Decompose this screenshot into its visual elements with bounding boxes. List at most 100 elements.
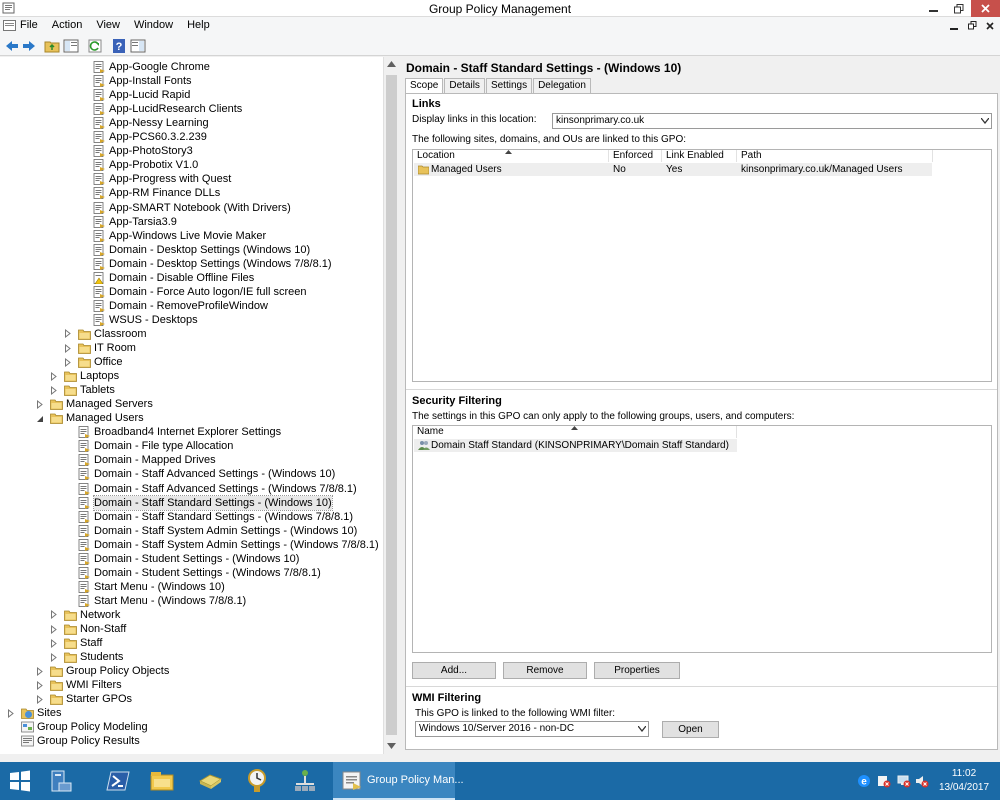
tree-item[interactable]: Office bbox=[63, 355, 123, 369]
expand-arrow-icon[interactable] bbox=[49, 638, 58, 648]
tree-item[interactable]: WMI Filters bbox=[35, 678, 122, 692]
tree-item[interactable]: Domain - Staff System Admin Settings - (… bbox=[63, 524, 357, 538]
tree-scrollbar-thumb[interactable] bbox=[386, 75, 397, 735]
tree-item[interactable]: Domain - Desktop Settings (Windows 7/8/8… bbox=[78, 257, 332, 271]
expand-arrow-icon[interactable] bbox=[6, 708, 15, 718]
console-tree-icon[interactable] bbox=[63, 38, 79, 54]
minimize-button[interactable] bbox=[921, 0, 946, 17]
tree-item[interactable]: Laptops bbox=[49, 369, 119, 383]
task-scheduler-icon[interactable] bbox=[243, 767, 271, 795]
up-folder-icon[interactable] bbox=[44, 38, 60, 54]
action-center-warning-icon[interactable] bbox=[877, 774, 891, 788]
scroll-down-icon[interactable] bbox=[387, 743, 396, 749]
menu-help[interactable]: Help bbox=[180, 17, 217, 34]
tree-item[interactable]: Domain - Staff Standard Settings - (Wind… bbox=[63, 510, 353, 524]
expand-arrow-icon[interactable] bbox=[35, 666, 44, 676]
tree-item[interactable]: App-PCS60.3.2.239 bbox=[78, 130, 207, 144]
tree-item[interactable]: App-RM Finance DLLs bbox=[78, 186, 220, 200]
tab-settings[interactable]: Settings bbox=[485, 78, 533, 93]
tree-item[interactable]: App-Install Fonts bbox=[78, 74, 192, 88]
tree-item[interactable]: App-Lucid Rapid bbox=[78, 88, 190, 102]
tree-item[interactable]: IT Room bbox=[63, 341, 136, 355]
column-name[interactable]: Name bbox=[413, 426, 737, 438]
tab-delegation[interactable]: Delegation bbox=[533, 78, 591, 93]
tree-item[interactable]: Domain - RemoveProfileWindow bbox=[78, 299, 268, 313]
tree-item[interactable]: Domain - Student Settings - (Windows 10) bbox=[63, 552, 299, 566]
menu-window[interactable]: Window bbox=[127, 17, 180, 34]
file-explorer-icon[interactable] bbox=[148, 767, 176, 795]
system-clock[interactable]: 11:02 13/04/2017 bbox=[935, 767, 993, 795]
tree-item[interactable]: App-LucidResearch Clients bbox=[78, 102, 242, 116]
tree-item[interactable]: Group Policy Objects bbox=[35, 664, 169, 678]
collapse-arrow-icon[interactable] bbox=[35, 414, 44, 423]
expand-arrow-icon[interactable] bbox=[35, 399, 44, 409]
remove-button[interactable]: Remove bbox=[503, 662, 587, 679]
tree-item[interactable]: Domain - File type Allocation bbox=[63, 439, 233, 453]
tree-item[interactable]: Domain - Force Auto logon/IE full screen bbox=[78, 285, 306, 299]
tree-item[interactable]: Domain - Disable Offline Files bbox=[78, 271, 254, 285]
column-path[interactable]: Path bbox=[737, 150, 933, 162]
tree-item[interactable]: Domain - Staff Advanced Settings - (Wind… bbox=[63, 482, 357, 496]
tree-item[interactable]: Domain - Mapped Drives bbox=[63, 453, 216, 467]
expand-arrow-icon[interactable] bbox=[49, 610, 58, 620]
help-icon[interactable]: ? bbox=[111, 38, 127, 54]
mdi-restore-button[interactable] bbox=[963, 17, 981, 34]
mmc-menu-icon[interactable] bbox=[3, 20, 16, 31]
links-list[interactable]: Location Enforced Link Enabled Path Mana… bbox=[412, 149, 992, 382]
forward-arrow-icon[interactable] bbox=[21, 38, 37, 54]
expand-arrow-icon[interactable] bbox=[49, 385, 58, 395]
tree-item[interactable]: Domain - Desktop Settings (Windows 10) bbox=[78, 243, 310, 257]
tree-item[interactable]: Tablets bbox=[49, 383, 115, 397]
expand-arrow-icon[interactable] bbox=[63, 343, 72, 353]
tree-item[interactable]: Managed Users bbox=[35, 411, 144, 425]
tree-item[interactable]: Start Menu - (Windows 7/8/8.1) bbox=[63, 594, 246, 608]
taskbar-group-policy-button[interactable]: Group Policy Man... bbox=[333, 762, 464, 800]
open-wmi-filter-button[interactable]: Open bbox=[662, 721, 719, 738]
tree-item[interactable]: App-Nessy Learning bbox=[78, 116, 209, 130]
tree-item[interactable]: Domain - Staff Advanced Settings - (Wind… bbox=[63, 467, 335, 481]
tree-item[interactable]: Broadband4 Internet Explorer Settings bbox=[63, 425, 281, 439]
tree-item[interactable]: Students bbox=[49, 650, 123, 664]
powershell-icon[interactable] bbox=[104, 767, 132, 795]
tree-item[interactable]: App-PhotoStory3 bbox=[78, 144, 193, 158]
tree-item[interactable]: App-Progress with Quest bbox=[78, 172, 231, 186]
back-arrow-icon[interactable] bbox=[4, 38, 20, 54]
tree-item[interactable]: Group Policy Results bbox=[6, 734, 140, 748]
tab-scope[interactable]: Scope bbox=[405, 78, 444, 93]
tree-item[interactable]: App-Google Chrome bbox=[78, 60, 210, 74]
server-manager-icon[interactable] bbox=[47, 767, 75, 795]
tree-item[interactable]: Classroom bbox=[63, 327, 147, 341]
menu-action[interactable]: Action bbox=[45, 17, 90, 34]
expand-arrow-icon[interactable] bbox=[49, 624, 58, 634]
tree-item[interactable]: App-Tarsia3.9 bbox=[78, 215, 177, 229]
tree-item[interactable]: Start Menu - (Windows 10) bbox=[63, 580, 225, 594]
windows-start-icon[interactable] bbox=[6, 767, 34, 795]
tree-item[interactable]: Domain - Staff System Admin Settings - (… bbox=[63, 538, 379, 552]
tree-item[interactable]: Sites bbox=[6, 706, 61, 720]
column-link-enabled[interactable]: Link Enabled bbox=[662, 150, 737, 162]
scroll-up-icon[interactable] bbox=[387, 61, 396, 67]
wmi-filter-dropdown[interactable]: Windows 10/Server 2016 - non-DC bbox=[415, 721, 649, 737]
mdi-close-button[interactable] bbox=[981, 17, 999, 34]
ie-tray-icon[interactable]: e bbox=[857, 774, 871, 788]
expand-arrow-icon[interactable] bbox=[63, 357, 72, 367]
security-filter-list[interactable]: Name Domain Staff Standard (KINSONPRIMAR… bbox=[412, 425, 992, 653]
menu-view[interactable]: View bbox=[89, 17, 127, 34]
tree-item[interactable]: Network bbox=[49, 608, 120, 622]
tree-item[interactable]: Staff bbox=[49, 636, 102, 650]
restore-button[interactable] bbox=[946, 0, 971, 17]
add-button[interactable]: Add... bbox=[412, 662, 496, 679]
tree-item[interactable]: App-Probotix V1.0 bbox=[78, 158, 198, 172]
tree-scrollbar[interactable] bbox=[383, 57, 398, 754]
tree-item[interactable]: Domain - Staff Standard Settings - (Wind… bbox=[63, 494, 333, 511]
column-enforced[interactable]: Enforced bbox=[609, 150, 662, 162]
expand-arrow-icon[interactable] bbox=[35, 694, 44, 704]
tree-item[interactable]: Group Policy Modeling bbox=[6, 720, 148, 734]
volume-muted-icon[interactable] bbox=[915, 774, 929, 788]
network-status-icon[interactable] bbox=[897, 774, 911, 788]
tree-item[interactable]: Non-Staff bbox=[49, 622, 126, 636]
network-icon[interactable] bbox=[291, 767, 319, 795]
tree-item[interactable]: App-SMART Notebook (With Drivers) bbox=[78, 201, 291, 215]
column-location[interactable]: Location bbox=[413, 150, 609, 162]
tree-item[interactable]: Starter GPOs bbox=[35, 692, 132, 706]
